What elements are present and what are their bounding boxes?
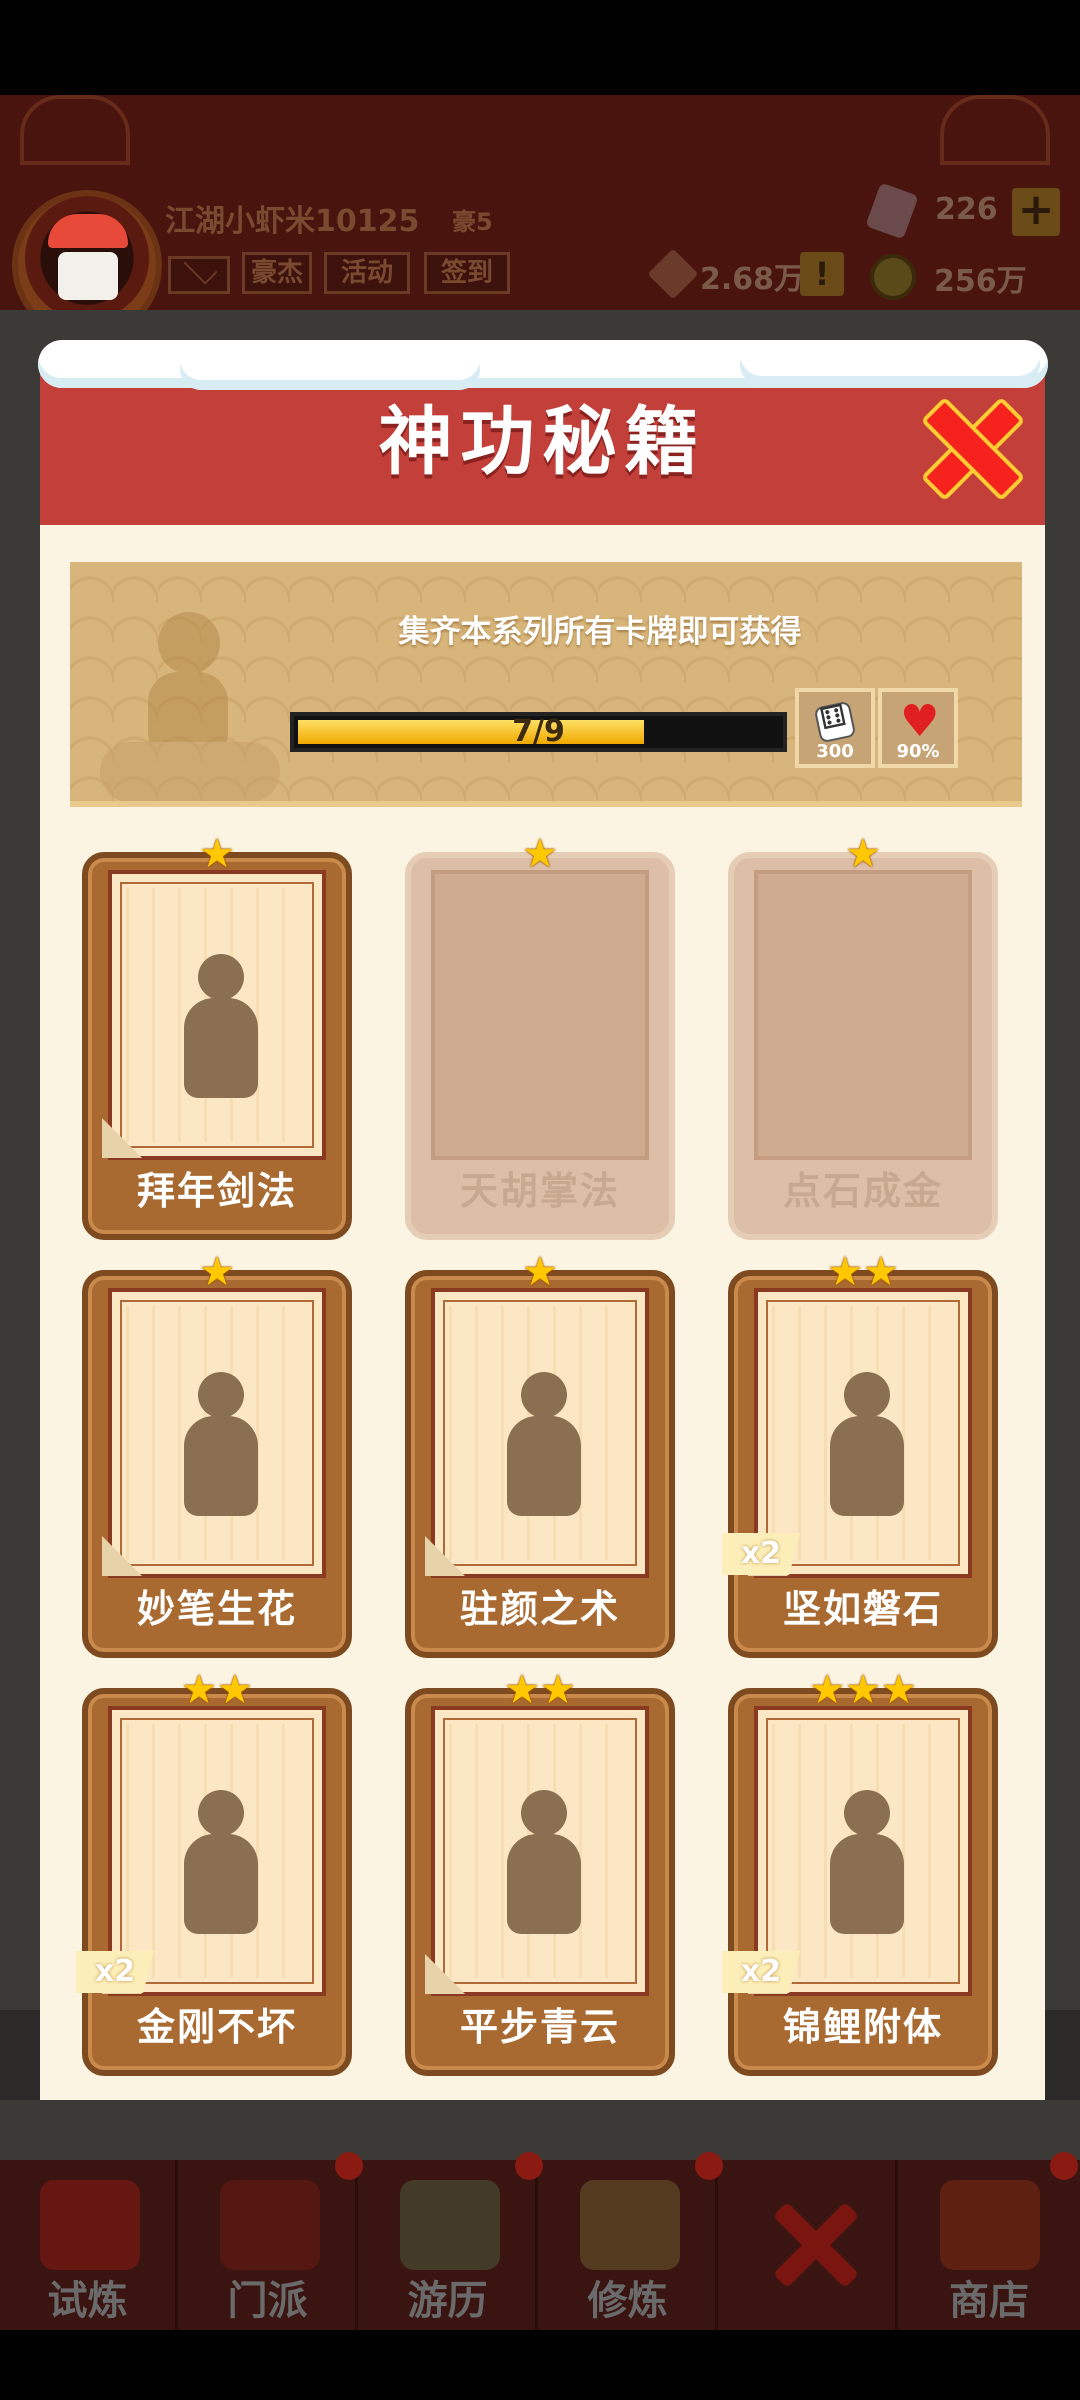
home-bar (0, 2330, 1080, 2400)
close-button[interactable] (924, 400, 1014, 490)
status-bar (0, 0, 1080, 95)
bottom-nav: 试炼 门派 游历 修炼 商店 (0, 2160, 1080, 2330)
shop-icon (940, 2180, 1040, 2270)
multiplier-badge: x2 (722, 1533, 800, 1575)
card-8[interactable]: ★★ 平步青云 (405, 1668, 675, 2076)
reward-value: 300 (816, 741, 854, 762)
travel-icon (400, 2180, 500, 2270)
card-name: 锦鲤附体 (782, 2005, 943, 2049)
mask-icon (499, 1372, 589, 1522)
star-rating: ★ (522, 1249, 558, 1295)
card-art (431, 870, 649, 1160)
gem-count: 226 (935, 192, 998, 227)
star-rating: ★ (199, 1249, 235, 1295)
card-name: 坚如磐石 (782, 1587, 943, 1631)
notification-dot (1050, 2152, 1078, 2180)
card-7[interactable]: ★★ 金刚不坏 x2 (76, 1668, 352, 2076)
collection-progress-bar: 7/9 (290, 712, 787, 752)
star-rating: ★★ (827, 1249, 899, 1295)
flower-icon (176, 1372, 266, 1522)
nav-trial[interactable]: 试炼 (0, 2160, 178, 2330)
add-gems-button[interactable]: + (1012, 188, 1060, 236)
card-6[interactable]: ★★ 坚如磐石 x2 (722, 1250, 998, 1658)
card-art (431, 1288, 649, 1578)
cloud-ornament (940, 95, 1050, 165)
koi-icon (822, 1790, 912, 1940)
rock-icon (822, 1372, 912, 1522)
card-name: 拜年剑法 (136, 1169, 297, 1213)
card-name: 金刚不坏 (136, 2005, 297, 2049)
card-name: 点石成金 (782, 1169, 943, 1213)
top-bar (0, 95, 1080, 310)
set-reward-banner: 集齐本系列所有卡牌即可获得 7/9 300 ♥ 90% (70, 562, 1022, 807)
nav-shop[interactable]: 商店 (900, 2160, 1078, 2330)
nav-label: 商店 (949, 2278, 1029, 2324)
dialog-title: 神功秘籍 (378, 399, 707, 485)
card-art (108, 870, 326, 1160)
coin-count: 256万 (934, 264, 1027, 299)
notification-dot (695, 2152, 723, 2180)
heart-icon: ♥ (900, 696, 940, 747)
card-3[interactable]: ★ 点石成金 (728, 832, 998, 1240)
nav-cultivate[interactable]: 修炼 (540, 2160, 718, 2330)
multiplier-badge: x2 (722, 1951, 800, 1993)
player-name: 江湖小虾米10125 (165, 204, 420, 239)
nav-close-icon[interactable] (770, 2200, 860, 2290)
card-name: 妙笔生花 (136, 1587, 297, 1631)
banner-text: 集齐本系列所有卡牌即可获得 (398, 614, 802, 650)
card-9[interactable]: ★★★ 锦鲤附体 x2 (722, 1668, 998, 2076)
sword-icon (176, 954, 266, 1104)
card-name: 天胡掌法 (459, 1169, 620, 1213)
power-value: 2.68万 (700, 262, 805, 297)
muscle-icon (176, 1790, 266, 1940)
card-5[interactable]: ★ 驻颜之术 (405, 1250, 675, 1658)
nav-sect[interactable]: 门派 (180, 2160, 358, 2330)
star-rating: ★ (522, 831, 558, 877)
star-rating: ★★ (181, 1667, 253, 1713)
nav-label: 修炼 (587, 2278, 668, 2324)
mail-icon[interactable] (168, 256, 230, 294)
cloud-ornament (20, 95, 130, 165)
heroes-button[interactable]: 豪杰 (242, 252, 312, 294)
reward-slot-heart[interactable]: ♥ 90% (878, 688, 958, 768)
card-collection-dialog: 神功秘籍 集齐本系列所有卡牌即可获得 7/9 300 ♥ 90% ★ 拜年剑法 ★ 天… (38, 340, 1048, 2100)
nav-label: 试炼 (47, 2278, 128, 2324)
star-rating: ★ (199, 831, 235, 877)
avatar-hat (48, 214, 128, 248)
dialog-body: 集齐本系列所有卡牌即可获得 7/9 300 ♥ 90% ★ 拜年剑法 ★ 天胡掌法 ★ 点… (40, 525, 1045, 2100)
card-art (754, 870, 972, 1160)
avatar-mask (58, 252, 118, 300)
cloud-icon (499, 1790, 589, 1940)
cultivate-icon (580, 2180, 680, 2270)
nav-label: 游历 (407, 2278, 488, 2324)
card-2[interactable]: ★ 天胡掌法 (405, 832, 675, 1240)
star-rating: ★★★ (809, 1667, 917, 1713)
notification-dot (335, 2152, 363, 2180)
nav-travel[interactable]: 游历 (360, 2160, 538, 2330)
alert-button[interactable]: ! (800, 252, 844, 296)
coin-icon (870, 254, 916, 300)
reward-slot-dice[interactable]: 300 (795, 688, 875, 768)
card-4[interactable]: ★ 妙笔生花 (82, 1250, 352, 1658)
reward-value: 90% (896, 741, 940, 762)
snow-decoration (740, 342, 1040, 386)
star-rating: ★ (845, 831, 881, 877)
nav-label: 门派 (227, 2278, 308, 2324)
multiplier-badge: x2 (76, 1951, 154, 1993)
checkin-button[interactable]: 签到 (424, 252, 510, 294)
card-art (108, 1288, 326, 1578)
notification-dot (515, 2152, 543, 2180)
sect-icon (220, 2180, 320, 2270)
progress-label: 7/9 (512, 714, 565, 749)
card-1[interactable]: ★ 拜年剑法 (82, 832, 352, 1240)
player-rank: 豪5 (452, 208, 493, 236)
card-art (431, 1706, 649, 1996)
card-name: 平步青云 (459, 2005, 620, 2049)
events-button[interactable]: 活动 (324, 252, 410, 294)
dice-icon (813, 700, 857, 744)
card-name: 驻颜之术 (459, 1587, 620, 1631)
trial-icon (40, 2180, 140, 2270)
star-rating: ★★ (504, 1667, 576, 1713)
